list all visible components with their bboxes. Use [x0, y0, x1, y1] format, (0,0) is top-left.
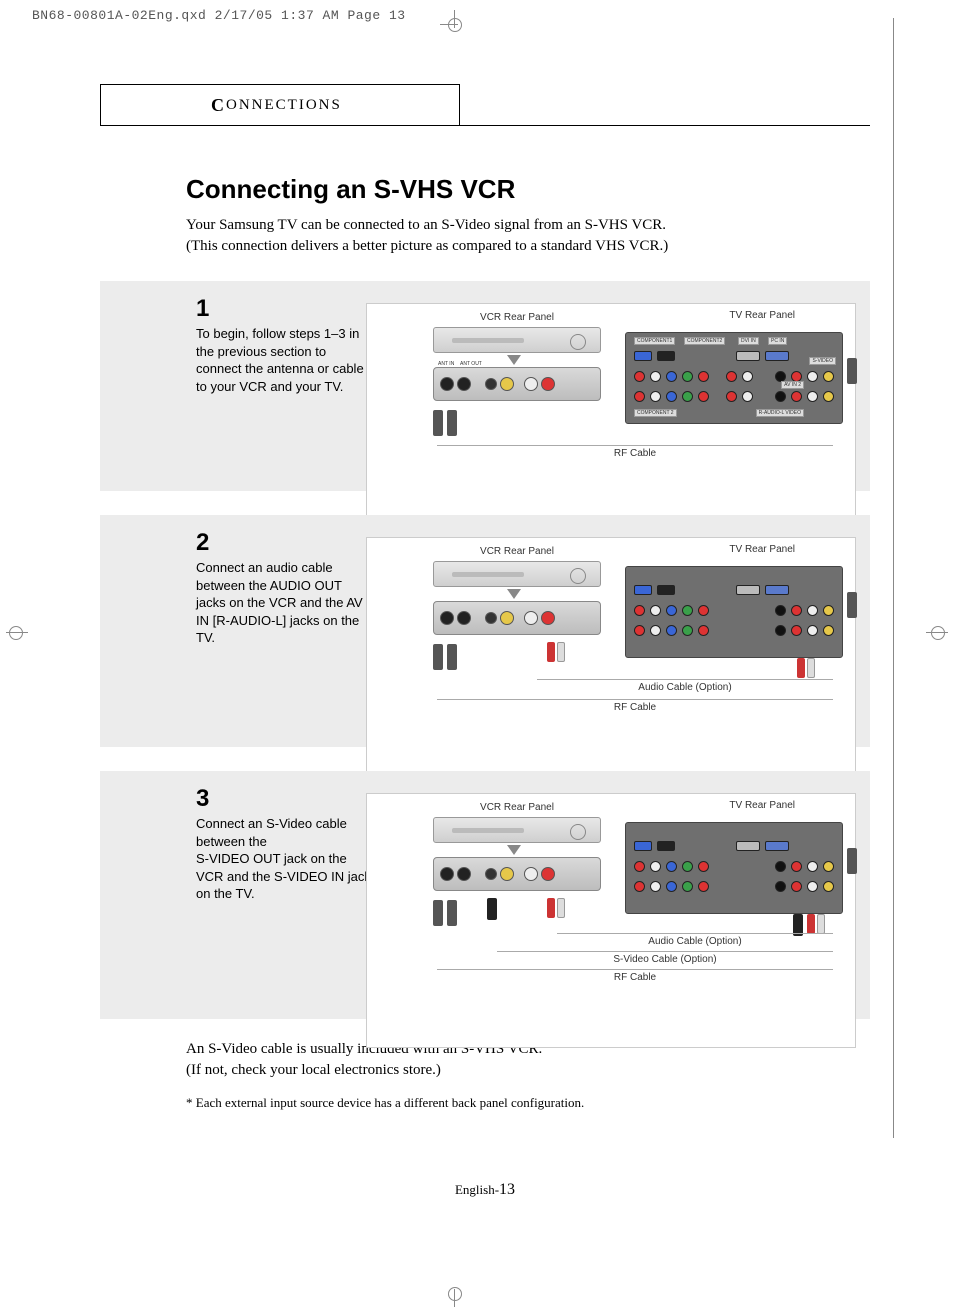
tv-rear-panel-icon	[625, 822, 843, 914]
ant-out-jack-icon	[457, 377, 471, 391]
intro-text: Your Samsung TV can be connected to an S…	[186, 215, 870, 257]
vcr-front-icon	[433, 561, 601, 587]
tv-rear-panel-icon: COMPONENT1 COMPONENT2 DVI IN PC IN S-VID…	[625, 332, 843, 424]
tv-panel-label: TV Rear Panel	[729, 800, 795, 811]
coax-plug-icon	[447, 900, 457, 926]
rca-red-plug-icon	[547, 642, 555, 662]
section-tab: CONNECTIONS	[100, 84, 460, 126]
vcr-rear-panel-icon	[433, 601, 601, 635]
crop-mark-icon	[440, 10, 470, 40]
vcr-rear-panel-icon: ANT IN ANT OUT	[433, 367, 601, 401]
svideo-cable-label: S-Video Cable (Option)	[497, 951, 833, 965]
step-2-block: 2 Connect an audio cable between the AUD…	[100, 515, 870, 747]
arrow-down-icon	[507, 589, 521, 599]
coax-plug-icon	[847, 848, 857, 874]
trim-line	[893, 18, 894, 1138]
rf-cable-label: RF Cable	[437, 699, 833, 713]
coax-plug-icon	[433, 644, 443, 670]
page-number: English-13	[100, 1181, 870, 1199]
step-1-block: 1 To begin, follow steps 1–3 in the prev…	[100, 281, 870, 491]
step-3-diagram: VCR Rear Panel TV Rear Panel	[366, 793, 856, 1048]
vcr-rear-panel-icon	[433, 857, 601, 891]
tv-panel-label: TV Rear Panel	[729, 544, 795, 555]
rca-white-plug-icon	[817, 914, 825, 934]
footnote: * Each external input source device has …	[186, 1095, 870, 1111]
coax-plug-icon	[847, 358, 857, 384]
rca-red-plug-icon	[807, 914, 815, 934]
coax-plug-icon	[447, 644, 457, 670]
svideo-plug-icon	[487, 898, 497, 920]
step-3-text: Connect an S-Video cable between theS-VI…	[196, 815, 372, 903]
coax-plug-icon	[447, 410, 457, 436]
coax-plug-icon	[847, 592, 857, 618]
rca-white-plug-icon	[557, 642, 565, 662]
rf-cable-label: RF Cable	[437, 969, 833, 983]
step-1-diagram: VCR Rear Panel ANT IN ANT OUT TV Rear Pa…	[366, 303, 856, 526]
page-lang: English-	[455, 1182, 499, 1197]
page-title: Connecting an S-VHS VCR	[186, 174, 870, 205]
page-num-value: 13	[499, 1181, 515, 1198]
vcr-panel-label: VCR Rear Panel	[433, 312, 601, 323]
rca-red-plug-icon	[547, 898, 555, 918]
step-1-text: To begin, follow steps 1–3 in the previo…	[196, 325, 372, 395]
step-2-diagram: VCR Rear Panel TV Rear Panel	[366, 537, 856, 780]
vcr-panel-label: VCR Rear Panel	[433, 802, 601, 813]
tv-panel-label: TV Rear Panel	[729, 310, 795, 321]
audio-l-jack-icon	[524, 377, 538, 391]
rca-white-plug-icon	[557, 898, 565, 918]
outro-line2: (If not, check your local electronics st…	[186, 1062, 441, 1078]
svideo-jack-icon	[485, 378, 497, 390]
audio-cable-label: Audio Cable (Option)	[537, 679, 833, 693]
step-2-text: Connect an audio cable between the AUDIO…	[196, 559, 372, 647]
ant-in-label: ANT IN	[438, 361, 454, 367]
section-rest: ONNECTIONS	[226, 97, 342, 114]
audio-r-jack-icon	[541, 377, 555, 391]
vcr-front-icon	[433, 327, 601, 353]
crop-mark-bottom-icon	[440, 1279, 470, 1309]
vcr-front-icon	[433, 817, 601, 843]
rca-red-plug-icon	[797, 658, 805, 678]
coax-plug-icon	[433, 900, 443, 926]
section-rule	[100, 125, 870, 126]
registration-mark-right-icon	[920, 618, 954, 648]
ant-in-jack-icon	[440, 377, 454, 391]
print-header: BN68-00801A-02Eng.qxd 2/17/05 1:37 AM Pa…	[32, 8, 406, 23]
arrow-down-icon	[507, 355, 521, 365]
step-3-block: 3 Connect an S-Video cable between theS-…	[100, 771, 870, 1019]
intro-line1: Your Samsung TV can be connected to an S…	[186, 217, 666, 233]
tv-rear-panel-icon	[625, 566, 843, 658]
registration-mark-left-icon	[0, 618, 34, 648]
video-jack-icon	[500, 377, 514, 391]
arrow-down-icon	[507, 845, 521, 855]
vcr-panel-label: VCR Rear Panel	[433, 546, 601, 557]
rca-white-plug-icon	[807, 658, 815, 678]
rf-cable-label: RF Cable	[437, 445, 833, 459]
ant-out-label: ANT OUT	[460, 361, 482, 367]
section-cap: C	[211, 95, 226, 116]
intro-line2: (This connection delivers a better pictu…	[186, 238, 668, 254]
audio-cable-label: Audio Cable (Option)	[557, 933, 833, 947]
coax-plug-icon	[433, 410, 443, 436]
